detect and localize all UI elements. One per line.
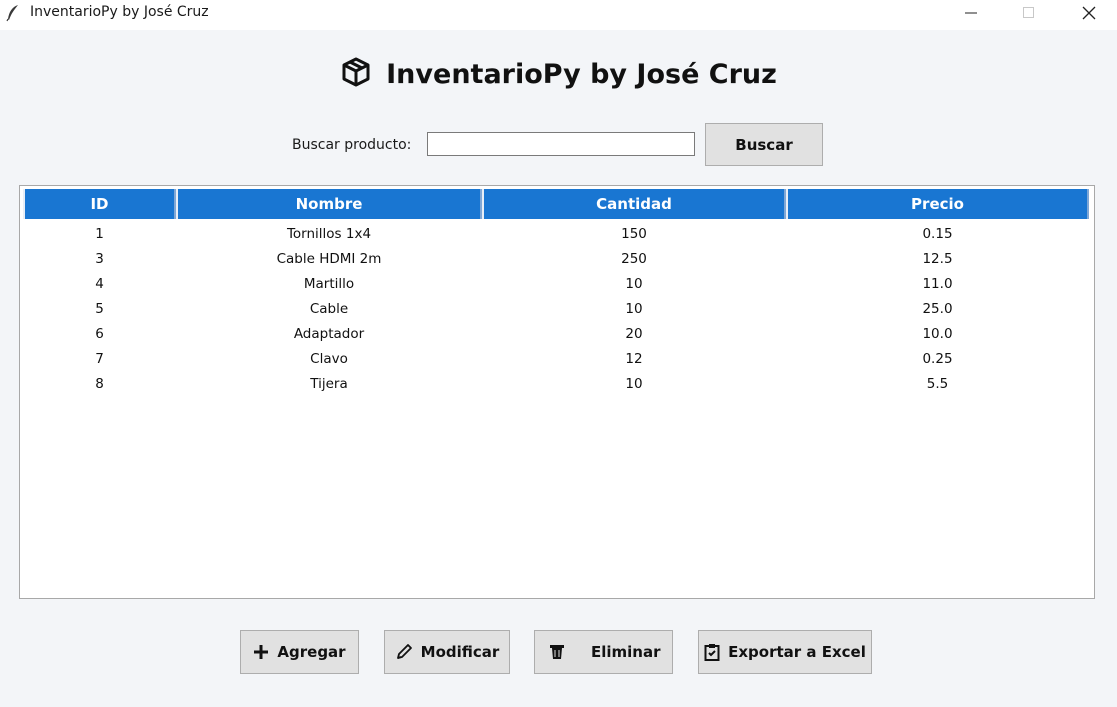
cell-quantity: 150 [621, 225, 647, 242]
table-row[interactable]: 5 Cable 10 25.0 [23, 296, 1089, 321]
edit-button[interactable]: Modificar [384, 630, 510, 674]
cell-quantity: 10 [625, 375, 643, 392]
product-table: ID Nombre Cantidad Precio 1 Tornillos 1x… [19, 185, 1095, 599]
maximize-button[interactable] [1006, 0, 1052, 30]
column-header-name[interactable]: Nombre [176, 189, 482, 219]
cell-quantity: 250 [621, 250, 647, 267]
delete-button-label: Eliminar [591, 643, 661, 661]
cell-price: 11.0 [922, 275, 953, 292]
table-row[interactable]: 8 Tijera 10 5.5 [23, 371, 1089, 396]
table-header: ID Nombre Cantidad Precio [23, 189, 1089, 219]
cell-name: Adaptador [293, 325, 365, 342]
cell-id: 6 [95, 325, 104, 342]
cell-id: 4 [95, 275, 104, 292]
table-row[interactable]: 7 Clavo 12 0.25 [23, 346, 1089, 371]
cell-id: 3 [95, 250, 104, 267]
close-button[interactable] [1066, 0, 1112, 30]
window-title: InventarioPy by José Cruz [30, 4, 209, 20]
add-button-label: Agregar [277, 643, 346, 661]
cell-name: Tornillos 1x4 [286, 225, 372, 242]
search-button[interactable]: Buscar [705, 123, 823, 166]
column-header-id[interactable]: ID [23, 189, 176, 219]
cell-quantity: 10 [625, 275, 643, 292]
page-title: InventarioPy by José Cruz [386, 59, 777, 90]
maximize-icon [1023, 6, 1035, 24]
cell-quantity: 20 [625, 325, 643, 342]
search-label: Buscar producto: [292, 137, 412, 153]
cell-price: 5.5 [926, 375, 949, 392]
add-button[interactable]: Agregar [240, 630, 359, 674]
cell-price: 0.25 [922, 350, 953, 367]
title-bar: InventarioPy by José Cruz [0, 0, 1117, 30]
app-window: InventarioPy by José Cruz InventarioPy b… [0, 0, 1117, 707]
cell-name: Clavo [310, 350, 348, 367]
column-header-quantity[interactable]: Cantidad [482, 189, 786, 219]
cell-id: 8 [95, 375, 104, 392]
cell-name: Cable HDMI 2m [276, 250, 382, 267]
edit-button-label: Modificar [420, 643, 500, 661]
feather-icon [6, 4, 20, 22]
column-header-price[interactable]: Precio [786, 189, 1089, 219]
cell-price: 10.0 [922, 325, 953, 342]
delete-button[interactable]: Eliminar [534, 630, 673, 674]
cell-quantity: 10 [625, 300, 643, 317]
cell-price: 25.0 [922, 300, 953, 317]
cell-id: 1 [95, 225, 104, 242]
cell-price: 0.15 [922, 225, 953, 242]
cell-name: Cable [309, 300, 349, 317]
page-header: InventarioPy by José Cruz [0, 56, 1117, 93]
export-button[interactable]: Exportar a Excel [698, 630, 872, 674]
cell-quantity: 12 [625, 350, 643, 367]
table-row[interactable]: 4 Martillo 10 11.0 [23, 271, 1089, 296]
trash-icon [549, 643, 565, 661]
export-button-label: Exportar a Excel [728, 643, 866, 661]
plus-icon [253, 644, 269, 660]
cell-price: 12.5 [922, 250, 953, 267]
table-row[interactable]: 1 Tornillos 1x4 150 0.15 [23, 221, 1089, 246]
clipboard-icon [704, 643, 720, 661]
cell-id: 5 [95, 300, 104, 317]
pencil-icon [395, 643, 413, 661]
package-icon [340, 56, 372, 93]
cell-name: Tijera [310, 375, 348, 392]
cell-id: 7 [95, 350, 104, 367]
table-row[interactable]: 6 Adaptador 20 10.0 [23, 321, 1089, 346]
cell-name: Martillo [303, 275, 355, 292]
minimize-button[interactable] [948, 0, 994, 30]
close-icon [1082, 6, 1096, 25]
table-row[interactable]: 3 Cable HDMI 2m 250 12.5 [23, 246, 1089, 271]
search-input[interactable] [427, 132, 695, 156]
minimize-icon [965, 6, 977, 24]
table-body: 1 Tornillos 1x4 150 0.15 3 Cable HDMI 2m… [23, 221, 1089, 396]
